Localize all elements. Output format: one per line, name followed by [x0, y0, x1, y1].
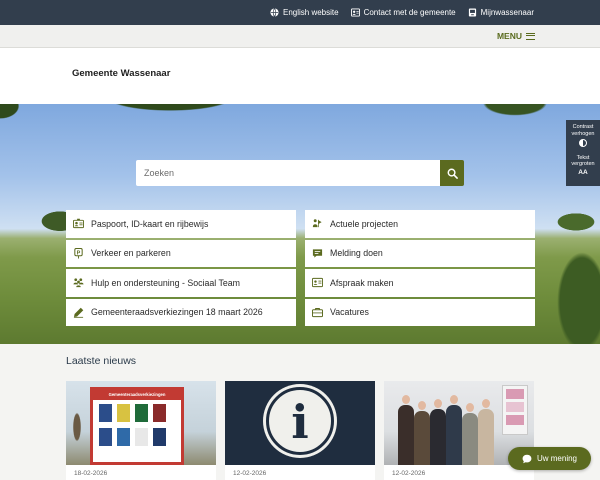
news-cards: Gemeenteraadsverkiezingen 18-02-2026 i 1… [66, 381, 534, 480]
quick-link-verkiezingen[interactable]: Gemeenteraadsverkiezingen 18 maart 2026 [66, 298, 296, 326]
election-poster [99, 404, 112, 422]
quick-link-projecten[interactable]: Actuele projecten [305, 210, 535, 238]
hero-foliage [540, 224, 600, 344]
contrast-button[interactable]: Contrast verhogen [566, 124, 600, 152]
photo-person-head [450, 395, 458, 404]
quick-link-label: Hulp en ondersteuning - Sociaal Team [91, 277, 240, 288]
election-poster [135, 404, 148, 422]
quick-link-label: Paspoort, ID-kaart en rijbewijs [91, 218, 209, 229]
quick-link-label: Gemeenteraadsverkiezingen 18 maart 2026 [91, 307, 263, 318]
search-button[interactable] [440, 160, 464, 186]
election-poster [99, 428, 112, 446]
mijnwassenaar-label: Mijnwassenaar [480, 8, 534, 17]
photo-person [478, 409, 494, 465]
quick-link-label: Vacatures [330, 307, 369, 318]
info-icon: i [266, 387, 334, 455]
election-poster [153, 428, 166, 446]
english-website-link[interactable]: English website [270, 8, 339, 17]
photo-person [414, 411, 430, 465]
contrast-label: Contrast verhogen [571, 124, 595, 137]
election-board-photo: Gemeenteraadsverkiezingen [66, 381, 216, 465]
election-poster [153, 404, 166, 422]
photo-person-head [482, 399, 490, 408]
feedback-button[interactable]: Uw mening [508, 447, 591, 470]
contact-label: Contact met de gemeente [363, 8, 456, 17]
id-card-icon [73, 218, 84, 229]
site-header: Gemeente Wassenaar [0, 48, 600, 104]
accessibility-panel: Contrast verhogen Tekst vergroten AA [566, 120, 600, 186]
news-card[interactable]: Gemeenteraadsverkiezingen 18-02-2026 [66, 381, 216, 480]
logo-text: Gemeente Wassenaar [72, 68, 171, 79]
quick-link-afspraak[interactable]: Afspraak maken [305, 269, 535, 297]
election-poster [117, 428, 130, 446]
news-date: 18-02-2026 [74, 470, 108, 477]
photo-person-head [418, 401, 426, 410]
top-utility-bar: English website Contact met de gemeente … [0, 0, 600, 25]
top-links: English website Contact met de gemeente … [270, 0, 534, 25]
search-bar [136, 160, 464, 186]
hero-foliage [70, 104, 270, 132]
hero-foliage [470, 104, 560, 128]
people-icon [73, 278, 84, 288]
contrast-icon [579, 139, 587, 147]
photo-person [462, 413, 478, 465]
appointment-icon [312, 278, 323, 288]
photo-person [398, 405, 414, 465]
globe-icon [270, 8, 279, 17]
news-section-title: Laatste nieuws [66, 355, 137, 367]
quick-link-hulp[interactable]: Hulp en ondersteuning - Sociaal Team [66, 269, 296, 297]
election-poster [135, 428, 148, 446]
photo-person-head [466, 403, 474, 412]
news-card[interactable]: i 12-02-2026 [225, 381, 375, 480]
photo-person-head [402, 395, 410, 404]
site-logo[interactable]: Gemeente Wassenaar [72, 68, 170, 79]
photo-banner [502, 385, 528, 435]
contact-link[interactable]: Contact met de gemeente [350, 8, 456, 17]
traffic-icon: P [74, 247, 83, 259]
mijnwassenaar-link[interactable]: Mijnwassenaar [468, 8, 534, 17]
quick-link-label: Verkeer en parkeren [91, 248, 171, 259]
contact-icon [350, 8, 360, 17]
menu-button[interactable]: MENU [497, 31, 535, 41]
text-size-button[interactable]: Tekst vergroten AA [566, 155, 600, 177]
election-board: Gemeenteraadsverkiezingen [90, 387, 184, 465]
quick-link-vacatures[interactable]: Vacatures [305, 298, 535, 326]
quick-link-verkeer[interactable]: P Verkeer en parkeren [66, 239, 296, 267]
text-size-icon: AA [578, 168, 588, 176]
news-date: 12-02-2026 [233, 470, 267, 477]
feedback-label: Uw mening [536, 454, 577, 463]
quick-link-label: Actuele projecten [330, 218, 398, 229]
election-poster [117, 404, 130, 422]
photo-person [430, 409, 446, 465]
hero-foliage [0, 104, 30, 134]
menu-bar: MENU [0, 25, 600, 48]
menu-label: MENU [496, 31, 522, 41]
election-board-title: Gemeenteraadsverkiezingen [93, 390, 181, 400]
quick-link-label: Melding doen [330, 248, 383, 259]
chat-icon [522, 454, 532, 463]
search-input[interactable] [136, 160, 440, 186]
info-image: i [225, 381, 375, 465]
quick-link-label: Afspraak maken [330, 277, 394, 288]
account-icon [468, 8, 476, 17]
english-website-label: English website [282, 8, 339, 17]
quick-links: Paspoort, ID-kaart en rijbewijs Actuele … [66, 210, 535, 326]
svg-text:P: P [77, 250, 81, 256]
photo-person-head [434, 399, 442, 408]
briefcase-icon [312, 307, 323, 317]
projects-icon [312, 219, 322, 228]
report-icon [312, 249, 323, 258]
photo-person [446, 405, 462, 465]
quick-link-melding[interactable]: Melding doen [305, 239, 535, 267]
pen-icon [73, 307, 84, 318]
hamburger-icon [526, 32, 535, 40]
search-icon [447, 168, 458, 179]
text-size-label: Tekst vergroten [571, 154, 595, 168]
quick-link-paspoort[interactable]: Paspoort, ID-kaart en rijbewijs [66, 210, 296, 238]
